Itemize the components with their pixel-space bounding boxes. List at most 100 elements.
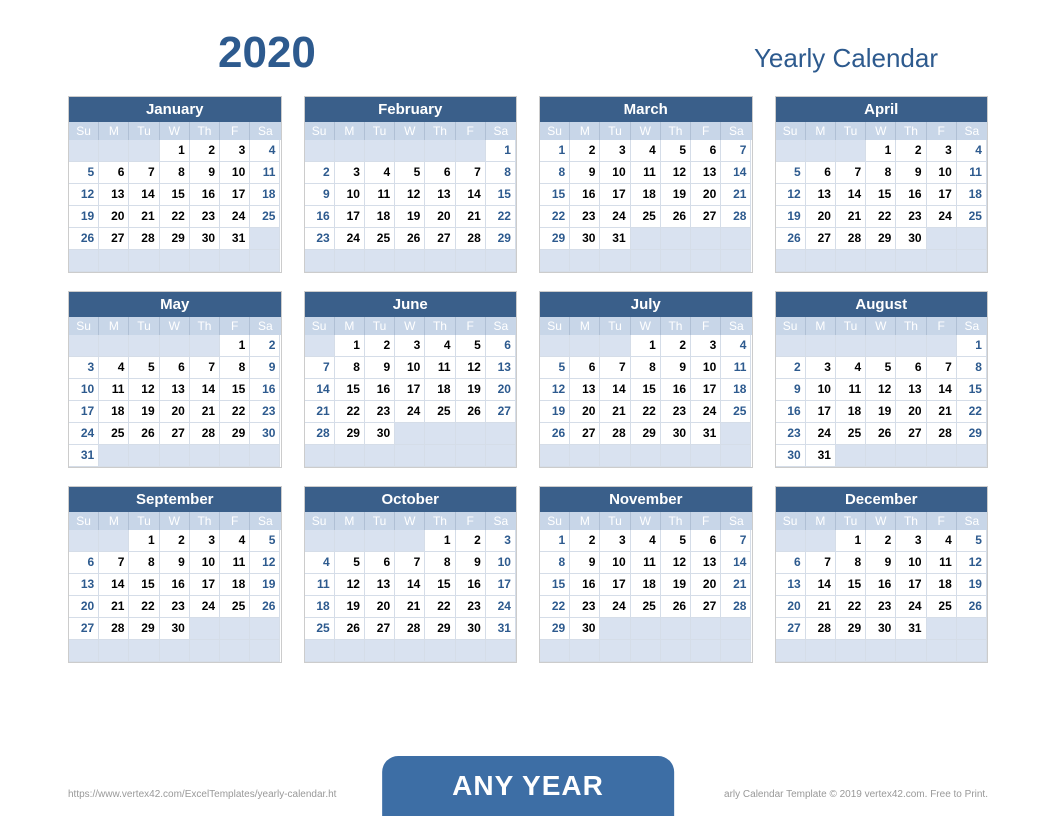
day-cell: 22 [160, 206, 190, 228]
day-cell [896, 445, 926, 467]
day-cell: 11 [305, 574, 335, 596]
day-cell: 31 [600, 228, 630, 250]
day-cell [836, 140, 866, 162]
month-name: January [69, 97, 281, 122]
day-cell: 27 [425, 228, 455, 250]
day-cell: 1 [866, 140, 896, 162]
day-cell: 20 [486, 379, 516, 401]
day-cell: 17 [691, 379, 721, 401]
day-cell: 13 [365, 574, 395, 596]
day-cell: 22 [540, 206, 570, 228]
day-cell: 20 [425, 206, 455, 228]
day-cell: 29 [540, 228, 570, 250]
day-cell: 5 [661, 530, 691, 552]
day-cell: 20 [806, 206, 836, 228]
day-cell [160, 335, 190, 357]
day-cell: 25 [631, 596, 661, 618]
day-cell: 25 [425, 401, 455, 423]
day-cell [661, 640, 691, 662]
day-cell: 29 [540, 618, 570, 640]
day-cell: 26 [957, 596, 987, 618]
day-of-week-row: SuMTuWThFSa [69, 512, 281, 530]
day-cell: 10 [896, 552, 926, 574]
day-cell: 7 [836, 162, 866, 184]
day-cell: 13 [806, 184, 836, 206]
day-cell: 22 [335, 401, 365, 423]
day-cell: 4 [99, 357, 129, 379]
dow-label: F [927, 317, 957, 335]
dow-label: F [220, 317, 250, 335]
day-cell: 15 [540, 184, 570, 206]
day-cell: 15 [486, 184, 516, 206]
day-cell [220, 640, 250, 662]
day-cell: 8 [425, 552, 455, 574]
dow-label: M [570, 512, 600, 530]
day-cell: 29 [486, 228, 516, 250]
day-cell [776, 140, 806, 162]
day-cell [691, 640, 721, 662]
day-cell: 21 [600, 401, 630, 423]
day-cell: 16 [365, 379, 395, 401]
day-cell [190, 335, 220, 357]
month-name: March [540, 97, 752, 122]
day-cell: 19 [129, 401, 159, 423]
month-name: February [305, 97, 517, 122]
day-cell [395, 423, 425, 445]
day-cell [600, 618, 630, 640]
dow-label: Sa [957, 512, 987, 530]
month-may: MaySuMTuWThFSa12345678910111213141516171… [68, 291, 282, 468]
day-cell: 12 [776, 184, 806, 206]
dow-label: F [927, 512, 957, 530]
day-cell [631, 618, 661, 640]
day-cell: 22 [631, 401, 661, 423]
day-cell: 19 [335, 596, 365, 618]
day-cell [305, 530, 335, 552]
dow-label: W [866, 512, 896, 530]
dow-label: Tu [129, 512, 159, 530]
day-cell: 3 [220, 140, 250, 162]
day-cell [129, 445, 159, 467]
day-cell: 9 [456, 552, 486, 574]
day-cell: 19 [776, 206, 806, 228]
day-cell: 16 [250, 379, 280, 401]
calendar-grid: JanuarySuMTuWThFSa1234567891011121314151… [68, 96, 988, 663]
day-cell: 2 [776, 357, 806, 379]
day-cell: 25 [305, 618, 335, 640]
day-cell: 15 [540, 574, 570, 596]
day-cell: 28 [395, 618, 425, 640]
day-cell: 15 [129, 574, 159, 596]
dow-label: W [160, 512, 190, 530]
month-july: JulySuMTuWThFSa1234567891011121314151617… [539, 291, 753, 468]
day-cell: 3 [69, 357, 99, 379]
day-cell: 21 [305, 401, 335, 423]
day-cell [691, 250, 721, 272]
day-cell: 19 [69, 206, 99, 228]
day-cell: 23 [776, 423, 806, 445]
day-cell [486, 445, 516, 467]
month-march: MarchSuMTuWThFSa123456789101112131415161… [539, 96, 753, 273]
dow-label: Sa [486, 512, 516, 530]
month-september: SeptemberSuMTuWThFSa12345678910111213141… [68, 486, 282, 663]
day-cell: 19 [661, 574, 691, 596]
dow-label: W [866, 122, 896, 140]
day-cell [866, 335, 896, 357]
day-cell [69, 335, 99, 357]
day-cell [365, 530, 395, 552]
month-days: 1234567891011121314151617181920212223242… [305, 140, 517, 272]
day-cell: 4 [927, 530, 957, 552]
day-cell: 23 [305, 228, 335, 250]
day-cell: 24 [335, 228, 365, 250]
dow-label: Tu [365, 512, 395, 530]
day-cell: 6 [425, 162, 455, 184]
day-cell: 5 [661, 140, 691, 162]
day-cell: 7 [395, 552, 425, 574]
day-cell [776, 640, 806, 662]
day-cell [69, 250, 99, 272]
day-cell: 2 [365, 335, 395, 357]
day-cell [540, 445, 570, 467]
day-cell [721, 445, 751, 467]
day-cell: 4 [631, 140, 661, 162]
day-cell: 12 [957, 552, 987, 574]
day-cell: 21 [395, 596, 425, 618]
day-cell [99, 250, 129, 272]
